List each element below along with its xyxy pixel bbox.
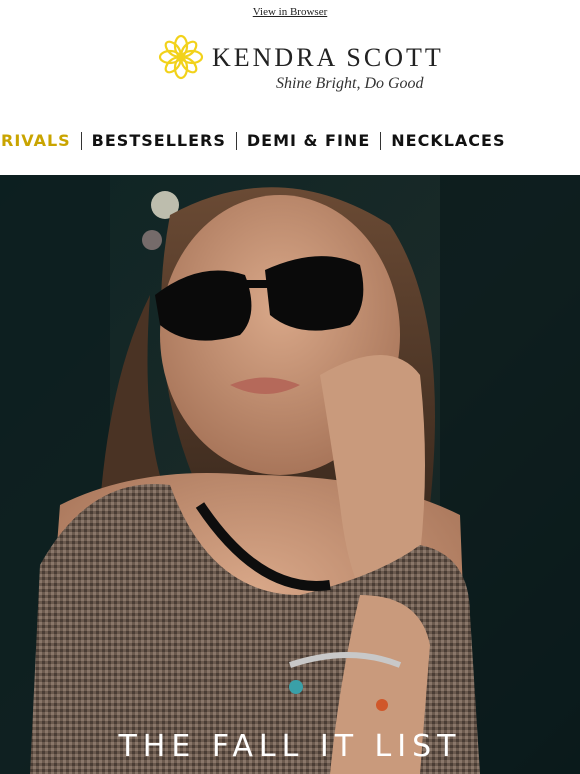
kendra-scott-logo-icon[interactable] bbox=[158, 34, 204, 80]
nav-item-necklaces[interactable]: NECKLACES bbox=[381, 131, 515, 150]
nav-item-bestsellers[interactable]: BESTSELLERS bbox=[82, 131, 236, 150]
view-in-browser-bar: View in Browser bbox=[0, 0, 580, 24]
brand-name[interactable]: KENDRA SCOTT bbox=[212, 43, 444, 73]
view-in-browser-link[interactable]: View in Browser bbox=[253, 6, 328, 18]
brand-tagline: Shine Bright, Do Good bbox=[276, 75, 424, 92]
category-nav: RIVALS BESTSELLERS DEMI & FINE NECKLACES bbox=[0, 110, 580, 174]
hero-title: THE FALL IT LIST bbox=[118, 729, 462, 764]
nav-item-demi-fine[interactable]: DEMI & FINE bbox=[237, 131, 380, 150]
hero-banner[interactable]: THE FALL IT LIST bbox=[0, 175, 580, 774]
brand-header: KENDRA SCOTT Shine Bright, Do Good bbox=[0, 24, 580, 110]
hero-photo bbox=[0, 175, 580, 774]
nav-item-rivals[interactable]: RIVALS bbox=[0, 131, 81, 150]
